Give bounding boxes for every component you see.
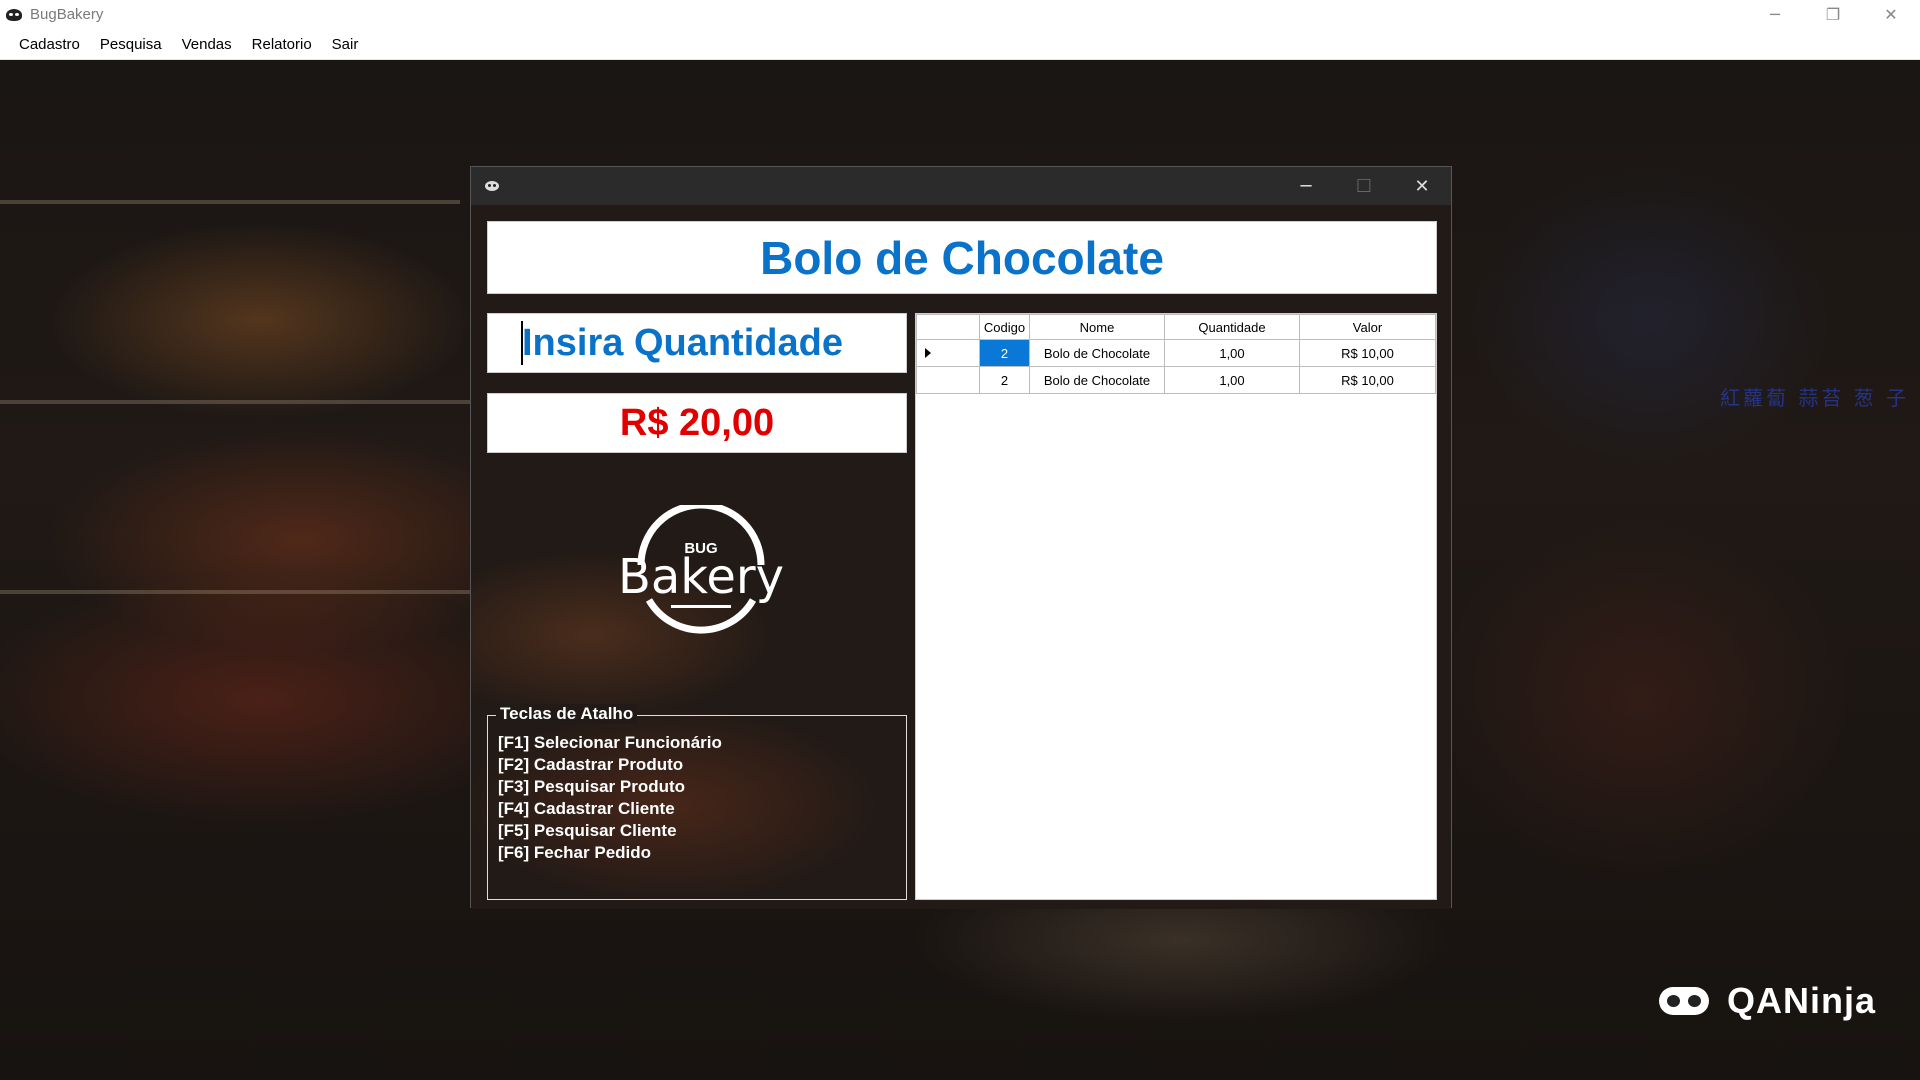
shelf-line	[0, 200, 460, 204]
window-controls: ─ ❐ ✕	[1746, 0, 1920, 29]
cell-valor[interactable]: R$ 10,00	[1299, 366, 1436, 394]
shortcut-item: [F3] Pesquisar Produto	[498, 777, 686, 796]
shortcut-item: [F4] Cadastrar Cliente	[498, 799, 675, 818]
table-header-row: Codigo Nome Quantidade Valor	[916, 314, 1436, 340]
menu-cadastro[interactable]: Cadastro	[9, 36, 90, 53]
column-header-quantidade[interactable]: Quantidade	[1164, 314, 1300, 340]
cell-nome[interactable]: Bolo de Chocolate	[1029, 339, 1165, 367]
main-title-bar: BugBakery ─ ❐ ✕	[0, 0, 1920, 29]
cell-nome[interactable]: Bolo de Chocolate	[1029, 366, 1165, 394]
column-header-valor[interactable]: Valor	[1299, 314, 1436, 340]
minimize-button[interactable]: ─	[1746, 0, 1804, 29]
ninja-mask-icon	[1658, 987, 1709, 1015]
window-title: BugBakery	[30, 6, 104, 23]
sales-window-title-bar: ─ ☐ ✕	[471, 167, 1451, 205]
menu-relatorio[interactable]: Relatorio	[242, 36, 322, 53]
row-header-corner	[916, 314, 980, 340]
product-name-display: Bolo de Chocolate	[487, 221, 1437, 294]
order-items-table: Codigo Nome Quantidade Valor 2 Bolo de C…	[916, 314, 1436, 394]
logo-bakery-text: Bakery	[618, 549, 784, 605]
shelf-line	[0, 590, 470, 594]
menu-pesquisa[interactable]: Pesquisa	[90, 36, 172, 53]
maximize-button: ☐	[1355, 175, 1373, 197]
current-row-arrow-icon	[925, 347, 931, 358]
row-selector[interactable]	[916, 339, 980, 367]
text-caret	[521, 321, 523, 365]
qaninja-brand: QANinja	[1658, 980, 1876, 1022]
shortcut-item: [F6] Fechar Pedido	[498, 843, 652, 862]
column-header-codigo[interactable]: Codigo	[979, 314, 1030, 340]
menu-vendas[interactable]: Vendas	[172, 36, 242, 53]
row-selector[interactable]	[916, 366, 980, 394]
shelf-line	[0, 400, 470, 404]
table-row[interactable]: 2 Bolo de Chocolate 1,00 R$ 10,00	[916, 339, 1436, 367]
sales-window: ─ ☐ ✕ Bolo de Chocolate R$ 20,00 BUG Bak…	[470, 166, 1452, 909]
shortcut-keys-group: Teclas de Atalho [F1] Selecionar Funcion…	[487, 704, 907, 900]
restore-button[interactable]: ❐	[1804, 0, 1862, 29]
bug-bakery-logo: BUG Bakery	[618, 505, 784, 634]
close-button[interactable]: ✕	[1862, 0, 1920, 29]
cell-quantidade[interactable]: 1,00	[1164, 339, 1300, 367]
sales-window-controls: ─ ☐ ✕	[1277, 167, 1451, 205]
sales-window-body: Bolo de Chocolate R$ 20,00 BUG Bakery Te…	[471, 205, 1451, 909]
cell-quantidade[interactable]: 1,00	[1164, 366, 1300, 394]
menu-sair[interactable]: Sair	[322, 36, 369, 53]
shortcut-list: [F1] Selecionar Funcionário [F2] Cadastr…	[498, 732, 722, 864]
order-items-grid[interactable]: Codigo Nome Quantidade Valor 2 Bolo de C…	[915, 313, 1437, 900]
close-button[interactable]: ✕	[1393, 167, 1451, 205]
app-mask-icon	[6, 8, 22, 21]
shortcut-keys-title: Teclas de Atalho	[496, 704, 638, 724]
menu-bar: Cadastro Pesquisa Vendas Relatorio Sair	[0, 29, 1920, 60]
neon-sign: 紅蘿蔔 蒜苔 葱 子	[1720, 386, 1910, 410]
quantity-input[interactable]	[487, 313, 907, 373]
cell-codigo[interactable]: 2	[979, 366, 1030, 394]
cell-valor[interactable]: R$ 10,00	[1299, 339, 1436, 367]
shortcut-item: [F2] Cadastrar Produto	[498, 755, 684, 774]
shortcut-item: [F1] Selecionar Funcionário	[498, 733, 722, 752]
total-display: R$ 20,00	[487, 393, 907, 453]
app-mask-icon	[485, 181, 499, 191]
shortcut-item: [F5] Pesquisar Cliente	[498, 821, 677, 840]
column-header-nome[interactable]: Nome	[1029, 314, 1165, 340]
minimize-button[interactable]: ─	[1277, 167, 1335, 205]
cell-codigo[interactable]: 2	[979, 339, 1030, 367]
table-row[interactable]: 2 Bolo de Chocolate 1,00 R$ 10,00	[916, 366, 1436, 394]
brand-text: QANinja	[1726, 980, 1876, 1021]
